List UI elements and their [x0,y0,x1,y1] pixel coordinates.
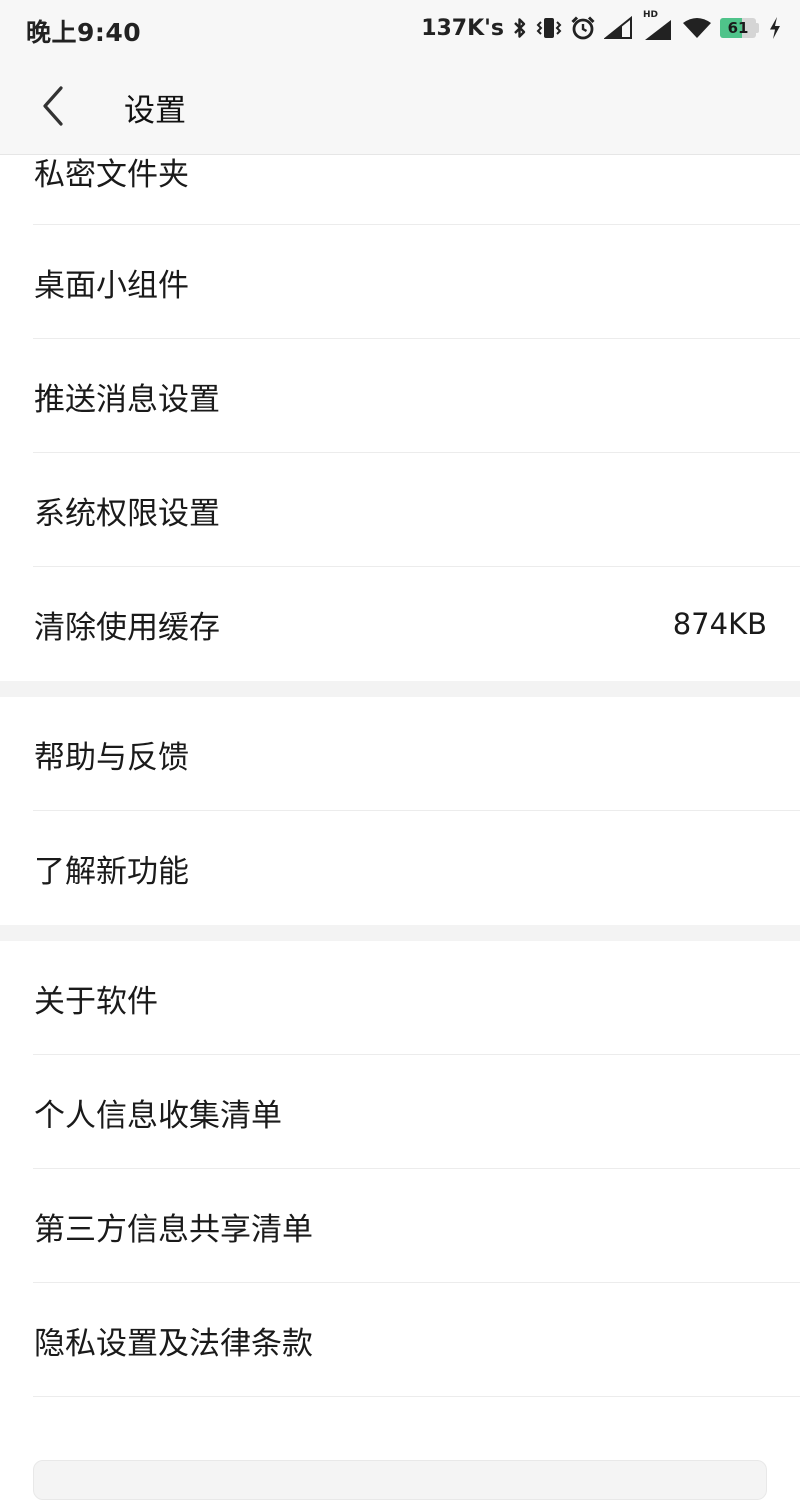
page-title: 设置 [124,93,186,129]
back-button[interactable] [28,78,78,134]
setting-label: 帮助与反馈 [34,739,189,776]
signal-icon [604,16,634,40]
status-icons: 137K's HD 61 [421,10,782,44]
setting-system-permissions[interactable]: 系统权限设置 [0,453,800,567]
settings-list: 私密文件夹 桌面小组件 推送消息设置 系统权限设置 清除使用缓存 874KB 帮… [0,155,800,1397]
setting-label: 个人信息收集清单 [34,1097,282,1134]
setting-label: 桌面小组件 [34,267,189,304]
settings-group-help: 帮助与反馈 了解新功能 [0,697,800,925]
navigation-bar: 设置 [0,56,800,154]
setting-about-software[interactable]: 关于软件 [0,941,800,1055]
setting-clear-cache[interactable]: 清除使用缓存 874KB [0,567,800,681]
bluetooth-icon [512,16,528,40]
setting-label: 了解新功能 [34,853,189,890]
setting-desktop-widgets[interactable]: 桌面小组件 [0,225,800,339]
battery-percent: 61 [727,19,749,37]
wifi-icon [682,16,712,40]
status-time: 晚上9:40 [26,18,142,47]
settings-group-about: 关于软件 个人信息收集清单 第三方信息共享清单 隐私设置及法律条款 [0,941,800,1397]
top-area: 晚上9:40 137K's HD 61 设置 [0,0,800,155]
setting-help-feedback[interactable]: 帮助与反馈 [0,697,800,811]
cache-size-value: 874KB [672,607,767,641]
hd-label: HD [643,10,659,20]
setting-label: 关于软件 [34,983,158,1020]
setting-label: 隐私设置及法律条款 [34,1325,313,1362]
setting-label: 推送消息设置 [34,381,220,418]
chevron-left-icon [43,86,63,126]
battery-icon: 61 [720,17,760,39]
setting-push-notifications[interactable]: 推送消息设置 [0,339,800,453]
network-speed: 137K's [421,15,504,41]
vibrate-icon [536,16,562,40]
setting-label: 系统权限设置 [34,495,220,532]
setting-whats-new[interactable]: 了解新功能 [0,811,800,925]
setting-label: 第三方信息共享清单 [34,1211,313,1248]
alarm-icon [570,15,596,41]
section-divider [0,681,800,697]
bottom-card[interactable] [33,1460,767,1500]
setting-personal-info-list[interactable]: 个人信息收集清单 [0,1055,800,1169]
charging-icon [768,16,782,40]
setting-label: 清除使用缓存 [34,609,220,646]
signal-hd-icon: HD [642,10,674,42]
settings-group-general: 私密文件夹 桌面小组件 推送消息设置 系统权限设置 清除使用缓存 874KB [0,155,800,681]
setting-third-party-sharing-list[interactable]: 第三方信息共享清单 [0,1169,800,1283]
setting-label: 私密文件夹 [34,157,189,193]
status-bar: 晚上9:40 137K's HD 61 [0,0,800,56]
setting-private-folder[interactable]: 私密文件夹 [0,155,800,225]
setting-privacy-legal[interactable]: 隐私设置及法律条款 [0,1283,800,1397]
section-divider [0,925,800,941]
